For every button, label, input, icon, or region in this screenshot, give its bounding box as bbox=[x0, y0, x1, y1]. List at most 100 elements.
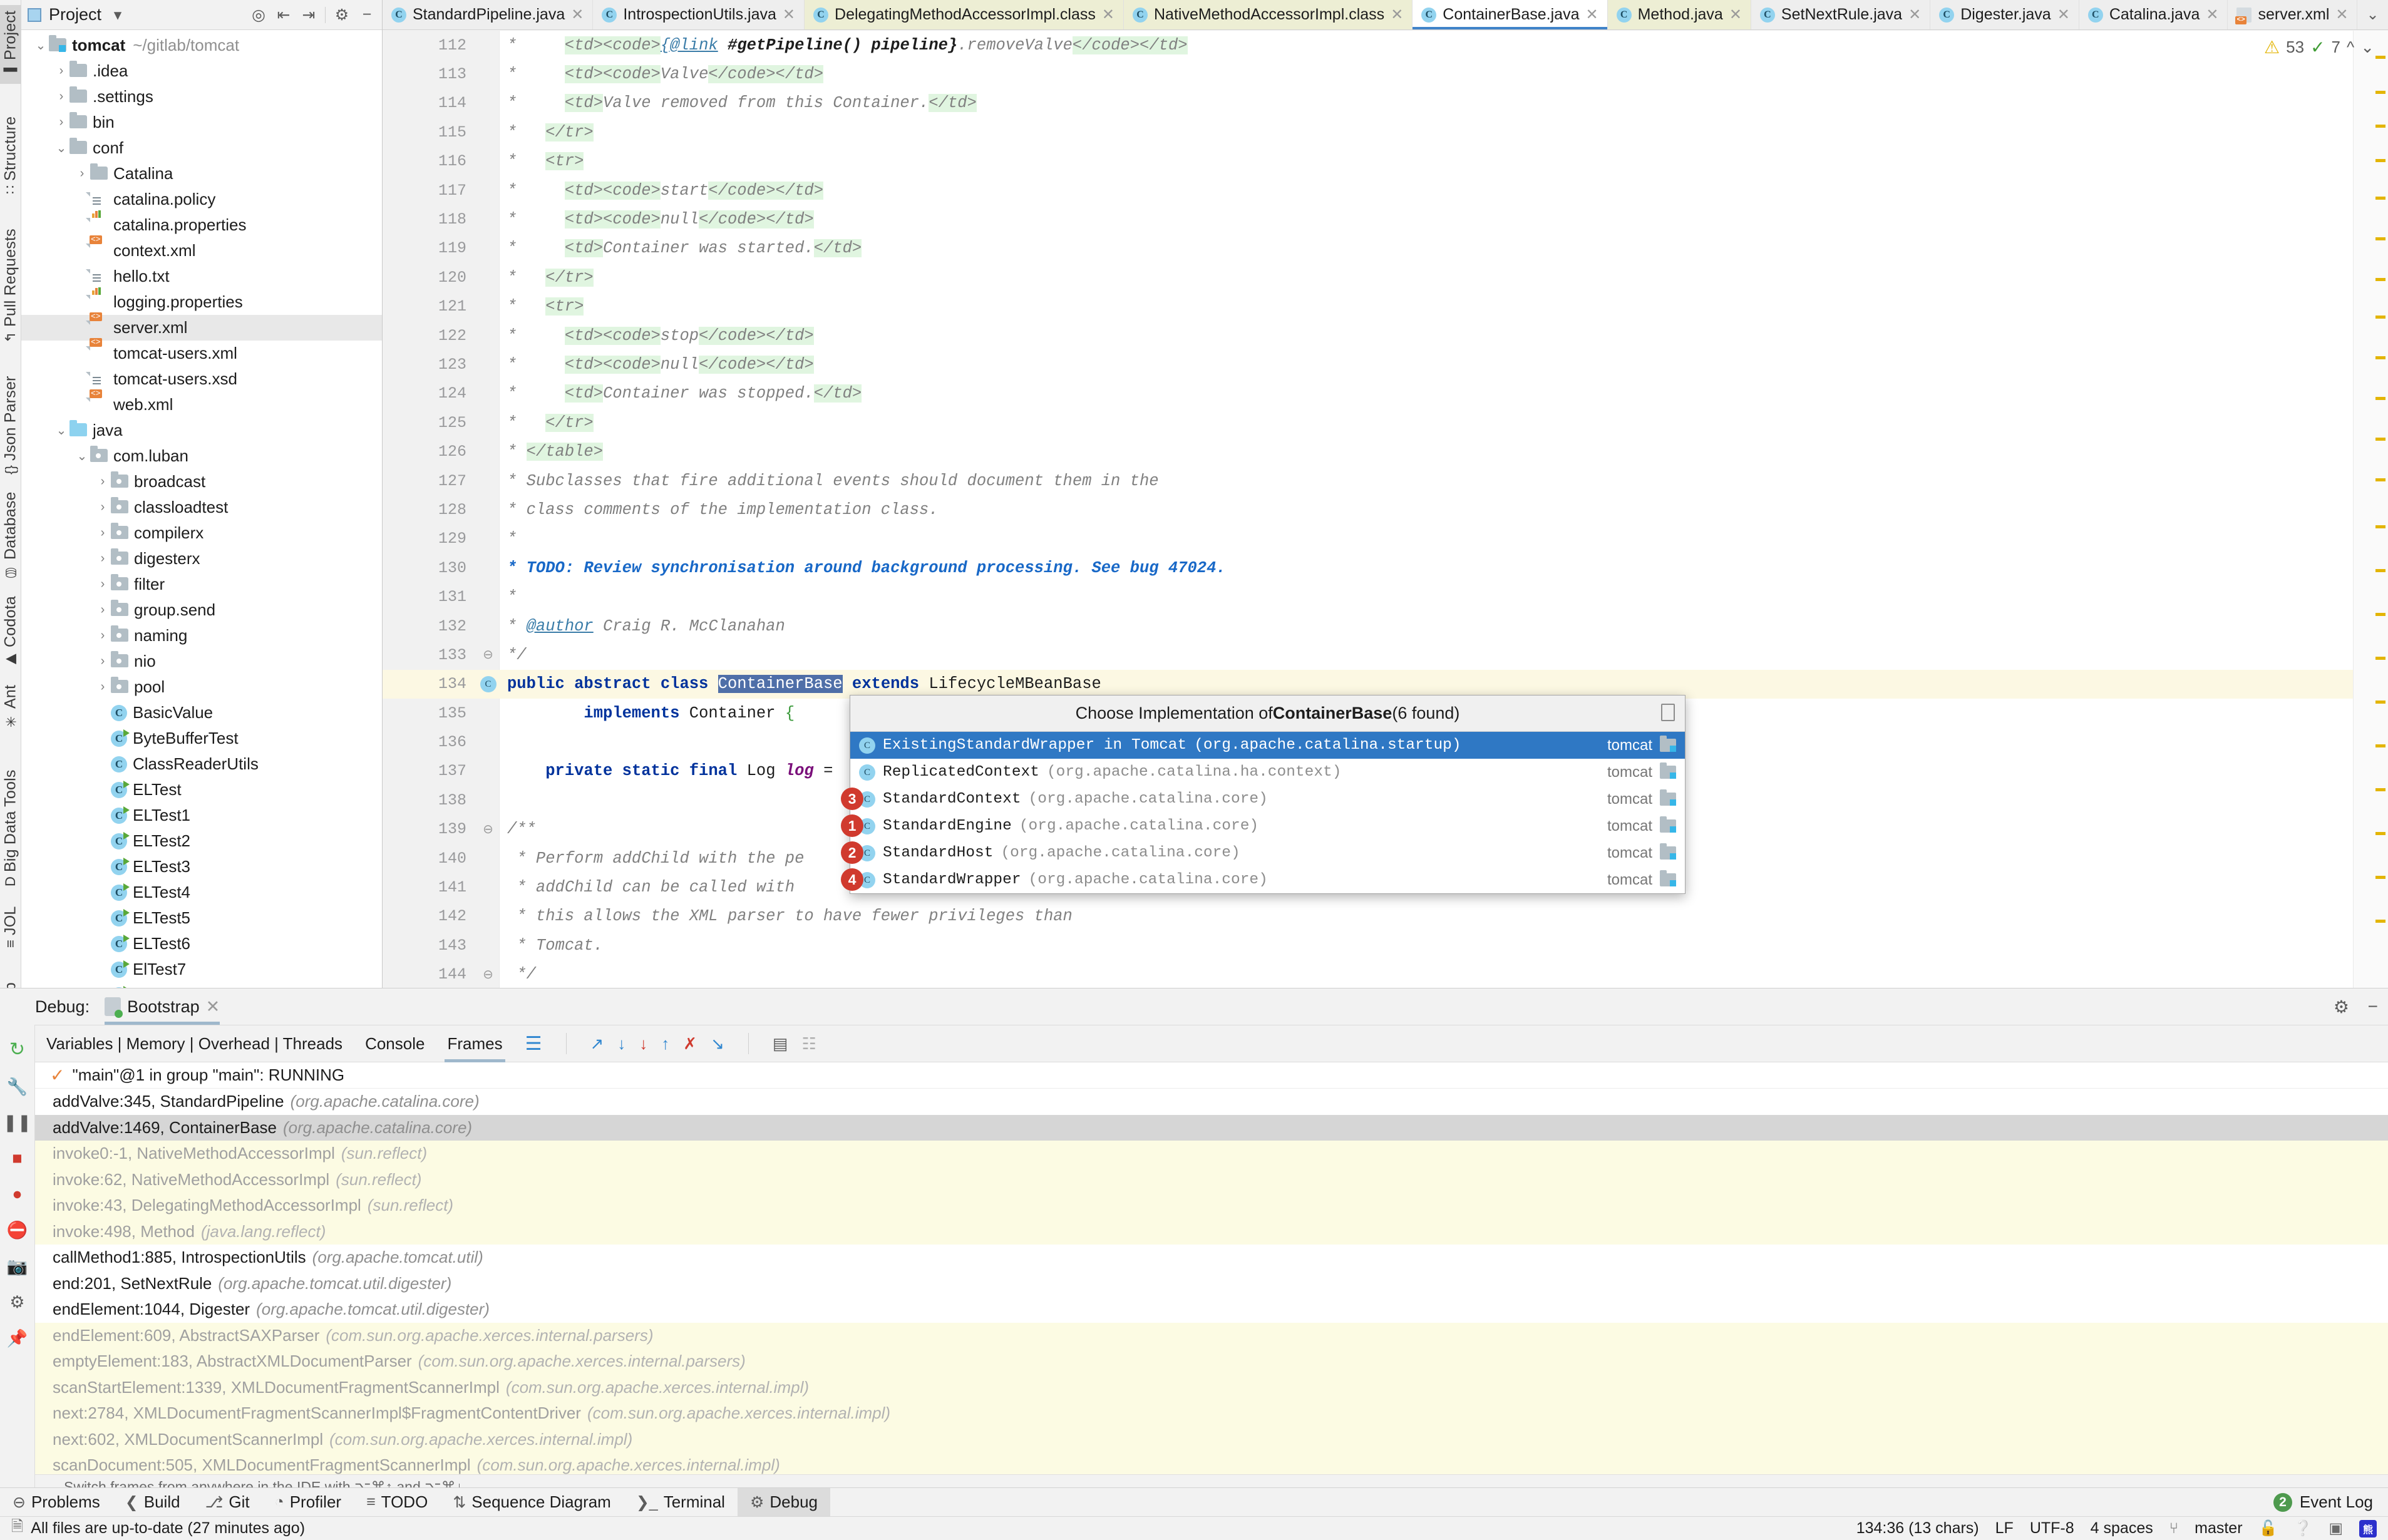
step-out-icon[interactable]: ↑ bbox=[661, 1034, 669, 1054]
threads-icon[interactable]: ☷ bbox=[801, 1034, 816, 1054]
debug-step-icons[interactable]: ☰ ↗ ↓ ↓ ↑ ✗ ↘ ▤ ☷ bbox=[525, 1033, 816, 1055]
stack-frames[interactable]: addValve:345, StandardPipeline (org.apach… bbox=[35, 1089, 2388, 1474]
chevron-down-icon[interactable]: ⌄ bbox=[33, 38, 49, 53]
help-gear-icon[interactable]: ❔ bbox=[2293, 1519, 2312, 1537]
implementation-item-standardcontext[interactable]: C StandardContext (org.apache.catalina.cor… bbox=[850, 786, 1685, 813]
tab-overflow-controls[interactable]: ⌄⋮ bbox=[2357, 0, 2388, 29]
minimize-icon[interactable]: − bbox=[2368, 997, 2378, 1017]
tree-node-pool[interactable]: › pool bbox=[21, 674, 382, 700]
tool-window-sequence-diagram[interactable]: ⇅ Sequence Diagram bbox=[440, 1488, 624, 1517]
rerun-icon[interactable]: ↻ bbox=[9, 1039, 25, 1060]
view-breakpoints-icon[interactable]: ⛔ bbox=[7, 1220, 28, 1240]
event-log-button[interactable]: 2 Event Log bbox=[2273, 1492, 2388, 1512]
code-line-143[interactable]: 143 * Tomcat. bbox=[383, 931, 2353, 960]
gutter-marker[interactable]: ⊖ bbox=[476, 967, 500, 983]
gutter-marker[interactable]: ⊖ bbox=[476, 821, 500, 838]
code-line-142[interactable]: 142 * this allows the XML parser to have… bbox=[383, 902, 2353, 931]
tree-node-tomcat-users-xsd[interactable]: ›tomcat-users.xsd bbox=[21, 366, 382, 392]
tree-node-catalina[interactable]: › Catalina bbox=[21, 161, 382, 187]
gear-icon[interactable]: ⚙ bbox=[333, 6, 351, 24]
stack-frame-row[interactable]: endElement:609, AbstractSAXParser (com.su… bbox=[35, 1322, 2388, 1348]
tree-node-classloadtest[interactable]: › classloadtest bbox=[21, 495, 382, 520]
git-branch[interactable]: master bbox=[2195, 1519, 2242, 1537]
code-line-144[interactable]: 144 ⊖ */ bbox=[383, 960, 2353, 988]
code-line-117[interactable]: 117 * <td><code>start</code></td> bbox=[383, 176, 2353, 205]
minimize-icon[interactable]: − bbox=[358, 6, 376, 24]
tool-window-build[interactable]: ❮ Build bbox=[113, 1488, 193, 1517]
tree-node-digesterx[interactable]: › digesterx bbox=[21, 546, 382, 572]
tree-node-eltest5[interactable]: ›CELTest5 bbox=[21, 905, 382, 931]
tree-node-tomcat-users-xml[interactable]: ›<>tomcat-users.xml bbox=[21, 338, 382, 366]
code-line-127[interactable]: 127 * Subclasses that fire additional eve… bbox=[383, 466, 2353, 495]
close-icon[interactable]: ✕ bbox=[571, 6, 584, 24]
stack-frame-row[interactable]: addValve:345, StandardPipeline (org.apach… bbox=[35, 1089, 2388, 1115]
close-icon[interactable]: ✕ bbox=[2206, 6, 2218, 24]
close-icon[interactable]: ✕ bbox=[1102, 6, 1114, 24]
code-line-112[interactable]: 112 * <td><code>{@link #getPipeline() pip… bbox=[383, 31, 2353, 59]
notification-icon[interactable]: 🗎 bbox=[11, 1516, 23, 1540]
code-line-121[interactable]: 121 * <tr> bbox=[383, 292, 2353, 321]
tree-node-com-luban[interactable]: ⌄ com.luban bbox=[21, 443, 382, 469]
chevron-right-icon[interactable]: › bbox=[95, 680, 111, 694]
editor-tab-digester-java[interactable]: C Digester.java ✕ bbox=[1930, 0, 2079, 29]
run-to-cursor-icon[interactable]: ↘ bbox=[711, 1034, 724, 1054]
tool-window-button-structure[interactable]: ∷ Structure bbox=[0, 101, 21, 198]
code-line-132[interactable]: 132 * @author Craig R. McClanahan bbox=[383, 612, 2353, 640]
locate-icon[interactable]: ◎ bbox=[250, 6, 267, 24]
tree-node-basicvalue[interactable]: ›CBasicValue bbox=[21, 700, 382, 726]
tool-window-problems[interactable]: ⊖ Problems bbox=[0, 1488, 113, 1517]
chevron-right-icon[interactable]: › bbox=[95, 629, 111, 643]
stack-frame-row[interactable]: next:602, XMLDocumentScannerImpl (com.sun… bbox=[35, 1426, 2388, 1452]
settings-icon[interactable]: ⚙ bbox=[9, 1293, 24, 1312]
tree-node--idea[interactable]: › .idea bbox=[21, 58, 382, 84]
tree-node-context-xml[interactable]: ›<>context.xml bbox=[21, 235, 382, 264]
stack-frame-row[interactable]: invoke:62, NativeMethodAccessorImpl (sun.… bbox=[35, 1166, 2388, 1193]
tree-node-eltest7[interactable]: ›CElTest7 bbox=[21, 957, 382, 982]
caret-position[interactable]: 134:36 (13 chars) bbox=[1856, 1519, 1979, 1537]
stack-frame-row[interactable]: emptyElement:183, AbstractXMLDocumentPar… bbox=[35, 1348, 2388, 1375]
code-line-120[interactable]: 120 * </tr> bbox=[383, 263, 2353, 292]
implementation-item-existingstandardwrapper-in-tomcat[interactable]: C ExistingStandardWrapper in Tomcat (org.a… bbox=[850, 732, 1685, 759]
inspection-widget[interactable]: ⚠ 53 ✓ 7 ^ ⌄ bbox=[2264, 37, 2374, 58]
tree-node-broadcast[interactable]: › broadcast bbox=[21, 469, 382, 495]
tree-node-tomcat[interactable]: ⌄ tomcat ~/gitlab/tomcat bbox=[21, 33, 382, 58]
tree-node-classreaderutils[interactable]: ›CClassReaderUtils bbox=[21, 751, 382, 777]
tool-window-button-pull-requests[interactable]: ↰ Pull Requests bbox=[0, 215, 21, 347]
editor-tab-introspectionutils-java[interactable]: C IntrospectionUtils.java ✕ bbox=[593, 0, 805, 29]
debug-side-toolbar[interactable]: ↻ 🔧 ❚❚ ■ ● ⛔ 📷 ⚙ 📌 bbox=[0, 1025, 35, 1499]
tree-node-group-send[interactable]: › group.send bbox=[21, 597, 382, 623]
stack-frame-row[interactable]: endElement:1044, Digester (org.apache.tom… bbox=[35, 1296, 2388, 1323]
close-icon[interactable]: ✕ bbox=[1908, 6, 1921, 24]
close-icon[interactable]: ✕ bbox=[2057, 6, 2070, 24]
chevron-right-icon[interactable]: › bbox=[95, 500, 111, 515]
stack-frame-row[interactable]: invoke:43, DelegatingMethodAccessorImpl (… bbox=[35, 1193, 2388, 1219]
code-line-128[interactable]: 128 * class comments of the implementatio… bbox=[383, 495, 2353, 524]
indent-setting[interactable]: 4 spaces bbox=[2091, 1519, 2153, 1537]
tree-node-eltest6[interactable]: ›CELTest6 bbox=[21, 931, 382, 957]
pin-icon[interactable]: 📌 bbox=[7, 1328, 28, 1348]
code-line-119[interactable]: 119 * <td>Container was started.</td> bbox=[383, 234, 2353, 263]
chevron-down-icon[interactable]: ▾ bbox=[109, 6, 126, 24]
code-line-133[interactable]: 133 ⊖ */ bbox=[383, 640, 2353, 669]
file-encoding[interactable]: UTF-8 bbox=[2030, 1519, 2074, 1537]
code-line-123[interactable]: 123 * <td><code>null</code></td> bbox=[383, 350, 2353, 379]
layout-icon[interactable]: ☰ bbox=[525, 1033, 542, 1055]
tree-node-naming[interactable]: › naming bbox=[21, 623, 382, 649]
tree-node-eltest4[interactable]: ›CELTest4 bbox=[21, 880, 382, 905]
camera-icon[interactable]: 📷 bbox=[7, 1256, 28, 1276]
implementation-item-standardhost[interactable]: C StandardHost (org.apache.catalina.core) t… bbox=[850, 839, 1685, 866]
tree-node-catalina-properties[interactable]: ›catalina.properties bbox=[21, 210, 382, 238]
editor-tab-containerbase-java[interactable]: C ContainerBase.java ✕ bbox=[1413, 0, 1608, 29]
tool-window-button-jol[interactable]: ≡ JOL bbox=[0, 906, 21, 952]
stack-frame-row[interactable]: invoke:498, Method (java.lang.reflect) bbox=[35, 1218, 2388, 1245]
close-icon[interactable]: ✕ bbox=[783, 6, 795, 24]
stack-frame-row[interactable]: callMethod1:885, IntrospectionUtils (org.… bbox=[35, 1245, 2388, 1271]
tool-window-button-json-parser[interactable]: {} Json Parser bbox=[0, 364, 21, 478]
chevron-down-icon[interactable]: ⌄ bbox=[2366, 6, 2379, 24]
chevron-right-icon[interactable]: › bbox=[95, 475, 111, 489]
editor-tab-standardpipeline-java[interactable]: C StandardPipeline.java ✕ bbox=[383, 0, 594, 29]
editor-tab-bar[interactable]: C StandardPipeline.java ✕ C IntrospectionUti… bbox=[383, 0, 2388, 30]
chevron-down-icon[interactable]: ⌄ bbox=[53, 140, 69, 156]
baidu-icon[interactable]: 熊 bbox=[2359, 1519, 2377, 1537]
chevron-down-icon[interactable]: ⌄ bbox=[53, 423, 69, 438]
